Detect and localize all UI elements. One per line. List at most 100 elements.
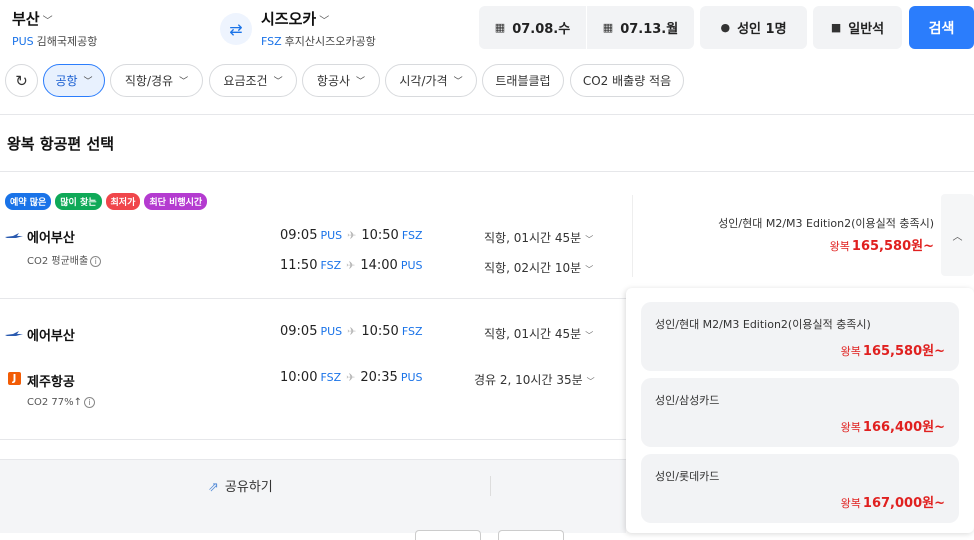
option-prefix: 왕복: [840, 345, 861, 358]
option-price: 165,580원~: [862, 344, 945, 359]
arr-time: 10:50: [361, 228, 399, 243]
badge: 최단 비행시간: [144, 193, 208, 210]
destination-code: FSZ: [261, 35, 282, 48]
arr-time: 20:35: [360, 370, 398, 385]
chevron-down-icon: ﹀: [453, 77, 463, 87]
passengers: 성인 1명: [737, 22, 787, 37]
swap-icon[interactable]: ⇄: [220, 13, 252, 45]
divider: [490, 476, 491, 496]
return-date-button[interactable]: ▦ 07.13.월: [587, 6, 694, 49]
co2-info: CO2 평균배출 i: [27, 252, 102, 267]
origin-selector[interactable]: 부산 ﹀ PUS 김해국제공항: [12, 8, 97, 49]
destination-selector[interactable]: 시즈오카 ﹀ FSZ 후지산시즈오카공항: [261, 8, 376, 49]
destination-airport: 후지산시즈오카공항: [284, 35, 376, 48]
plane-icon: ✈: [346, 371, 356, 384]
airline-name: 에어부산: [27, 231, 75, 246]
passengers-button[interactable]: ● 성인 1명: [700, 6, 807, 49]
chevron-down-icon: ﹀: [585, 235, 594, 244]
price-value: 165,580원~: [851, 239, 934, 254]
dep-time: 11:50: [280, 258, 318, 273]
section-title: 왕복 항공편 선택: [7, 135, 115, 153]
divider: [0, 114, 974, 115]
filter-time-price[interactable]: 시각/가격 ﹀: [385, 64, 477, 97]
inbound-leg: 10:00 FSZ ✈ 20:35 PUS: [280, 370, 422, 385]
person-icon: ●: [720, 21, 731, 34]
origin-city: 부산: [12, 10, 40, 28]
outbound-duration[interactable]: 직항, 01시간 45분 ﹀: [484, 325, 593, 342]
chevron-up-icon[interactable]: ︿: [941, 194, 974, 276]
cabin: 일반석: [848, 22, 885, 37]
filter-airport[interactable]: 공항 ﹀: [43, 64, 105, 97]
price-option[interactable]: 성인/삼성카드 왕복 166,400원~: [641, 378, 959, 447]
search-button[interactable]: 검색: [909, 6, 974, 49]
dep-time: 10:00: [280, 370, 318, 385]
dep-time: 09:05: [280, 228, 318, 243]
inbound-leg: 11:50 FSZ ✈ 14:00 PUS: [280, 258, 422, 273]
filter-label: 직항/경유: [124, 74, 174, 88]
search-bar: 부산 ﹀ PUS 김해국제공항 ⇄ 시즈오카 ﹀ FSZ 후지산시즈오카공항 ▦ 07.0…: [0, 0, 974, 56]
action-strip: ⇗ 공유하기: [0, 459, 626, 540]
arr-code: FSZ: [401, 229, 423, 242]
filter-fare[interactable]: 요금조건 ﹀: [209, 64, 297, 97]
arr-code: PUS: [400, 371, 423, 384]
ghost-button[interactable]: [498, 530, 564, 540]
chevron-down-icon: ﹀: [585, 265, 594, 274]
arr-code: FSZ: [401, 325, 423, 338]
refresh-icon[interactable]: ↻: [5, 64, 38, 97]
divider: [0, 439, 626, 440]
chevron-down-icon: ﹀: [83, 77, 93, 87]
dep-code: FSZ: [320, 371, 342, 384]
badge-list: 예약 많은 많이 찾는 최저가 최단 비행시간: [5, 193, 208, 210]
filter-label: 요금조건: [223, 74, 268, 88]
filter-airline[interactable]: 항공사 ﹀: [302, 64, 380, 97]
price-options-dropdown: 성인/현대 M2/M3 Edition2(이용실적 충족시) 왕복 165,580…: [626, 288, 974, 533]
depart-date-button[interactable]: ▦ 07.08.수: [479, 6, 586, 49]
cabin-button[interactable]: ■ 일반석: [813, 6, 902, 49]
badge: 최저가: [105, 193, 141, 210]
ghost-button[interactable]: [415, 530, 481, 540]
airline-name: 제주항공: [27, 375, 75, 390]
co2-info: CO2 77%↑ i: [27, 397, 95, 408]
filter-direct[interactable]: 직항/경유 ﹀: [110, 64, 203, 97]
chevron-down-icon: ﹀: [319, 16, 330, 27]
filter-label: 공항: [55, 74, 78, 88]
air-busan-logo-icon: [5, 233, 23, 238]
origin-airport: 김해국제공항: [36, 35, 98, 48]
plane-icon: ✈: [347, 325, 357, 338]
price-summary[interactable]: 성인/현대 M2/M3 Edition2(이용실적 충족시) 왕복 165,580…: [632, 195, 942, 277]
outbound-leg: 09:05 PUS ✈ 10:50 FSZ: [280, 324, 422, 339]
origin-code: PUS: [12, 35, 34, 48]
co2-text: CO2 평균배출: [27, 256, 89, 267]
filter-bar: ↻ 공항 ﹀ 직항/경유 ﹀ 요금조건 ﹀ 항공사 ﹀ 시각/가격 ﹀ 트래블클럽 CO2…: [0, 64, 974, 98]
filter-co2[interactable]: CO2 배출량 적음: [570, 64, 684, 97]
filter-label: CO2 배출량 적음: [582, 74, 672, 88]
share-button[interactable]: ⇗ 공유하기: [208, 476, 273, 495]
arr-time: 14:00: [360, 258, 398, 273]
arr-time: 10:50: [361, 324, 399, 339]
price-option[interactable]: 성인/롯데카드 왕복 167,000원~: [641, 454, 959, 523]
calendar-icon: ▦: [494, 21, 506, 34]
inbound-duration[interactable]: 경유 2, 10시간 35분 ﹀: [474, 371, 595, 388]
airline-name: 에어부산: [27, 329, 75, 344]
info-icon[interactable]: i: [84, 397, 95, 408]
chevron-down-icon: ﹀: [585, 331, 594, 340]
duration-text: 직항, 01시간 45분: [484, 327, 582, 341]
filter-label: 항공사: [316, 74, 351, 88]
dep-code: FSZ: [320, 259, 342, 272]
dep-time: 09:05: [280, 324, 318, 339]
arr-code: PUS: [400, 259, 423, 272]
filter-label: 트래블클럽: [495, 74, 551, 88]
outbound-duration[interactable]: 직항, 01시간 45분 ﹀: [484, 229, 593, 246]
option-prefix: 왕복: [840, 421, 861, 434]
filter-travel-club[interactable]: 트래블클럽: [482, 64, 564, 97]
destination-city: 시즈오카: [261, 10, 317, 28]
inbound-duration[interactable]: 직항, 02시간 10분 ﹀: [484, 259, 593, 276]
plane-icon: ✈: [346, 259, 356, 272]
price-option[interactable]: 성인/현대 M2/M3 Edition2(이용실적 충족시) 왕복 165,580…: [641, 302, 959, 371]
outbound-leg: 09:05 PUS ✈ 10:50 FSZ: [280, 228, 422, 243]
dep-code: PUS: [320, 325, 343, 338]
option-label: 성인/롯데카드: [655, 470, 720, 483]
duration-text: 경유 2, 10시간 35분: [474, 373, 583, 387]
info-icon[interactable]: i: [90, 256, 102, 267]
co2-text: CO2 77%↑: [27, 397, 82, 408]
